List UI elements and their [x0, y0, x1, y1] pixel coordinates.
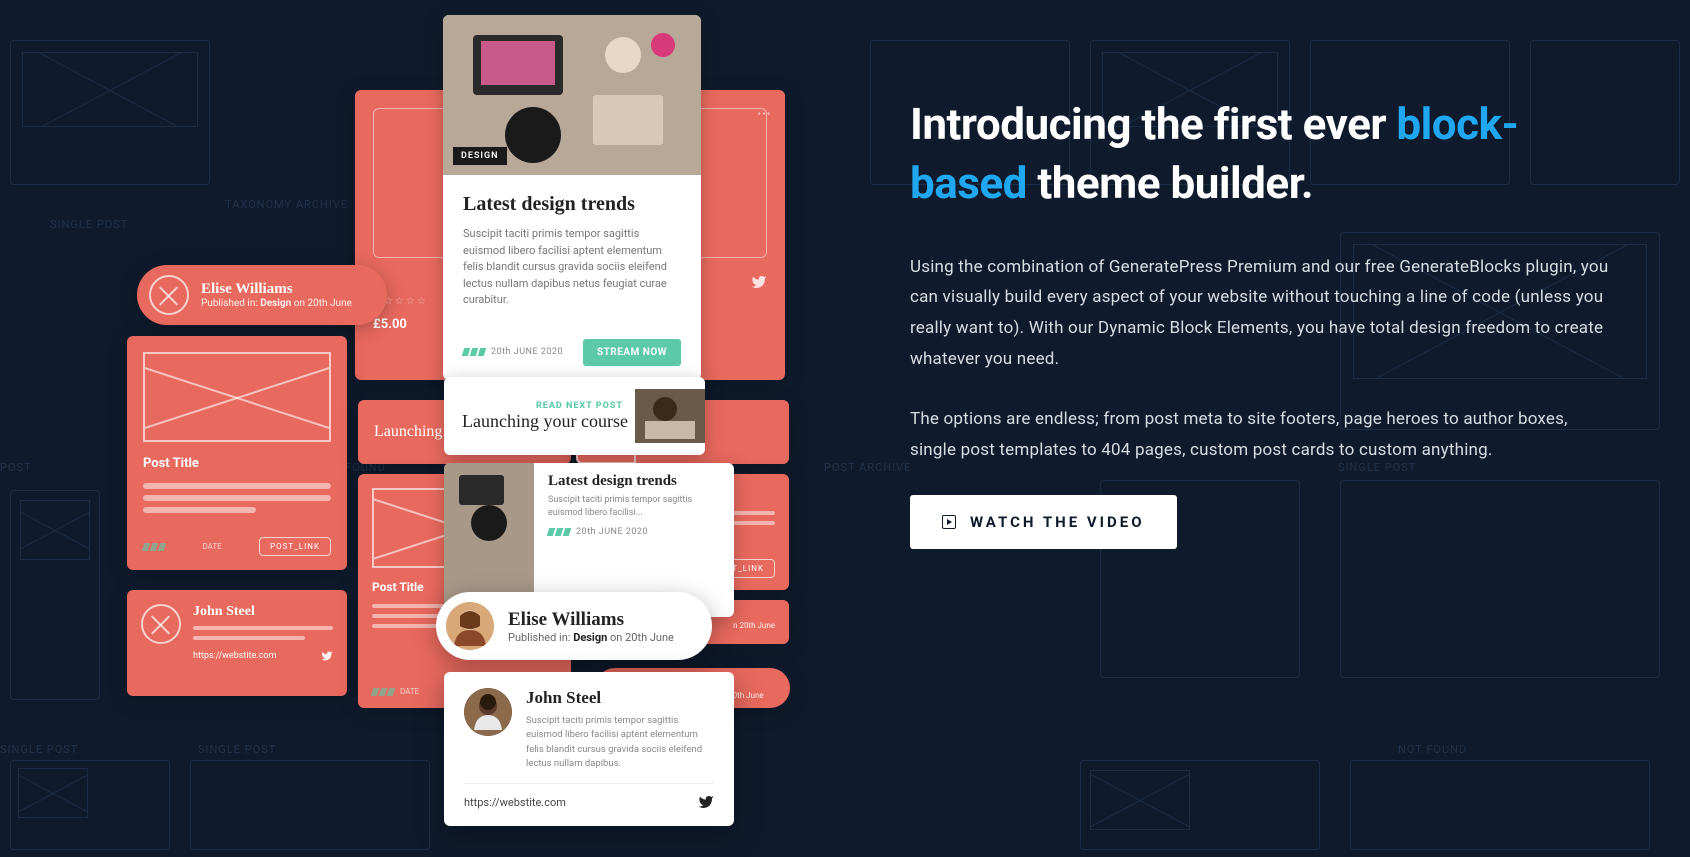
feature-title: Latest design trends — [463, 193, 681, 216]
feature-card: DESIGN Latest design trends Suscipit tac… — [443, 15, 701, 380]
avatar — [464, 688, 512, 736]
feature-image: DESIGN — [443, 15, 701, 175]
page-heading: Introducing the first ever block-based t… — [910, 95, 1610, 214]
profile-card-john: John Steel Suscipit taciti primis tempor… — [444, 672, 734, 826]
play-icon — [942, 515, 956, 529]
intro-paragraph-2: The options are endless; from post meta … — [910, 404, 1610, 465]
twitter-icon — [698, 794, 714, 810]
watch-video-button[interactable]: WATCH THE VIDEO — [910, 495, 1177, 549]
read-next-card: READ NEXT POST Launching your course — [444, 377, 705, 455]
post-card-left: Post Title DATE POST_LINK — [127, 336, 347, 570]
author-pill-elise-white: Elise Williams Published in: Design on 2… — [436, 592, 712, 660]
stream-now-button[interactable]: STREAM NOW — [583, 339, 681, 366]
collage-graphic: ··· ☆☆☆☆☆ £5.00 Elise Williams Published… — [0, 0, 900, 857]
design-badge: DESIGN — [453, 147, 507, 165]
author-card-john-coral: John Steel https://webstite.com — [127, 590, 347, 696]
intro-paragraph-1: Using the combination of GeneratePress P… — [910, 252, 1610, 374]
author-pill-elise-coral: Elise Williams Published in: Design on 2… — [137, 265, 387, 325]
avatar — [446, 602, 494, 650]
feature-description: Suscipit taciti primis tempor sagittis e… — [463, 226, 681, 309]
